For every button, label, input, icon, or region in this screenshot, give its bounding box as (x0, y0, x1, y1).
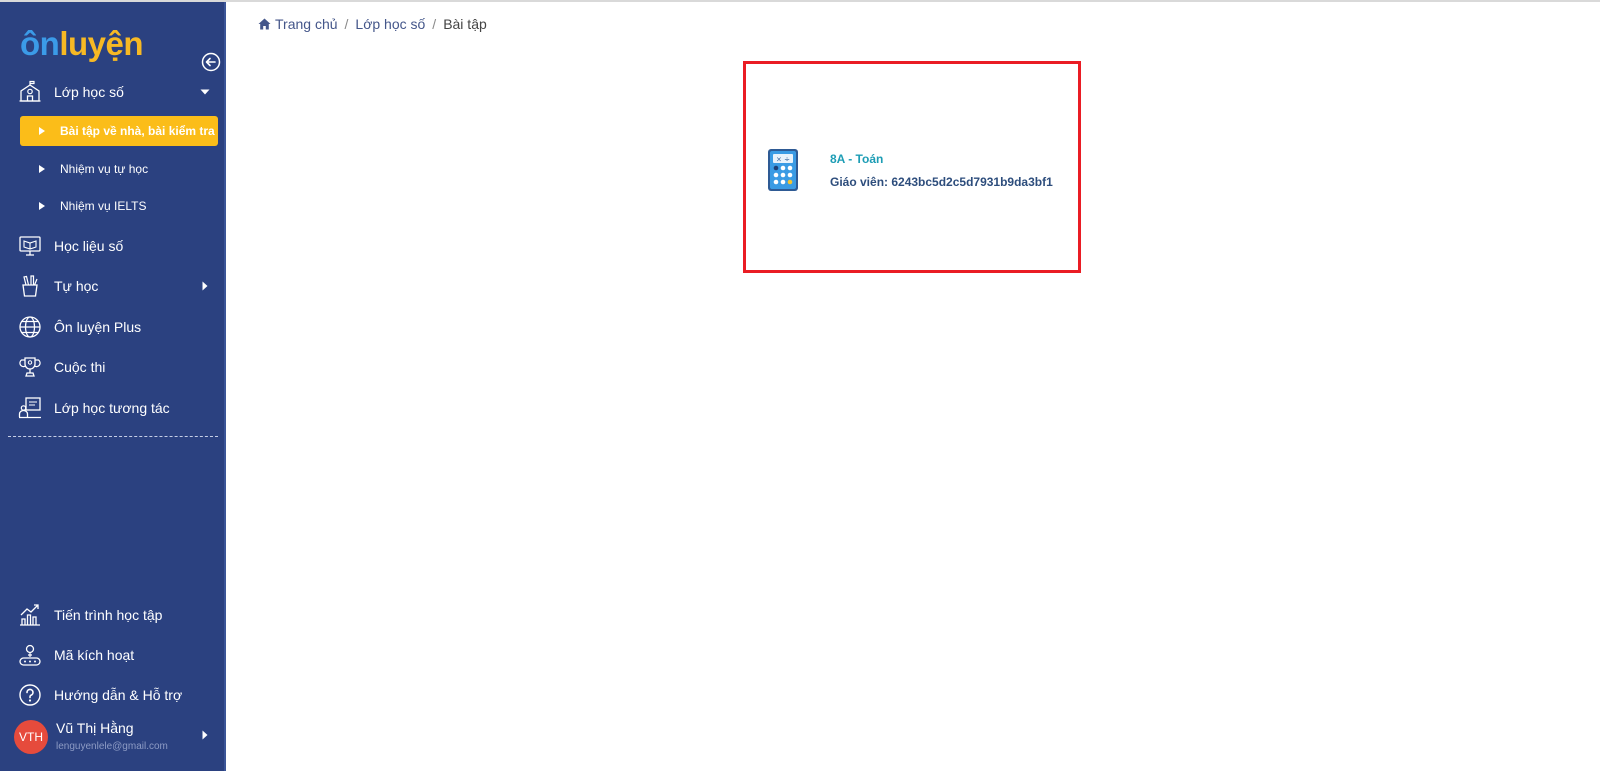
submenu-label: Nhiệm vụ tự học (60, 162, 149, 176)
menu-label: Ôn luyện Plus (54, 319, 142, 335)
class-title: 8A - Toán (830, 152, 884, 166)
caret-right-icon (39, 165, 45, 173)
menu-label: Mã kích hoạt (54, 647, 135, 663)
interactive-class-icon (18, 397, 41, 419)
logo-part-luyen: luyện (59, 25, 144, 62)
menu-label: Tiến trình học tập (54, 607, 163, 623)
menu-item-hoc-lieu-so[interactable]: Học liệu số (0, 228, 224, 264)
caret-right-icon (39, 202, 45, 210)
menu-label: Cuộc thi (54, 359, 106, 375)
class-card[interactable]: × ÷ 8A - Toán Giáo viên: 6243bc5d2c5d793… (743, 61, 1081, 273)
chevron-down-icon (200, 89, 210, 95)
submenu-item-nhiem-vu-tu-hoc[interactable]: Nhiệm vụ tự học (20, 154, 218, 184)
submenu-label: Nhiệm vụ IELTS (60, 199, 147, 213)
collapse-sidebar-icon[interactable] (201, 52, 221, 72)
trophy-icon (19, 357, 41, 377)
menu-label: Lớp học tương tác (54, 400, 170, 416)
menu-item-tu-hoc[interactable]: Tự học (0, 268, 224, 304)
chevron-right-icon (202, 281, 208, 291)
user-profile[interactable]: VTH Vũ Thị Hằng lenguyenlele@gmail.com (0, 714, 224, 764)
menu-item-huong-dan-ho-tro[interactable]: Hướng dẫn & Hỗ trợ (0, 677, 224, 713)
breadcrumb-current: Bài tập (443, 16, 487, 32)
monitor-book-icon (19, 236, 41, 256)
pencil-cup-icon (22, 275, 38, 297)
submenu-item-bai-tap[interactable]: Bài tập về nhà, bài kiểm tra (20, 116, 218, 146)
menu-label: Tự học (54, 278, 99, 294)
menu-item-lop-hoc-so[interactable]: Lớp học số (0, 74, 224, 110)
submenu-label: Bài tập về nhà, bài kiểm tra (60, 124, 215, 138)
class-teacher: Giáo viên: 6243bc5d2c5d7931b9da3bf1 (830, 175, 1053, 189)
sidebar-edge (224, 2, 226, 771)
menu-label: Lớp học số (54, 84, 124, 100)
menu-item-on-luyen-plus[interactable]: Ôn luyện Plus (0, 309, 224, 345)
user-email: lenguyenlele@gmail.com (56, 741, 168, 752)
top-border (0, 0, 1600, 2)
menu-label: Học liệu số (54, 238, 124, 254)
help-icon (19, 684, 41, 706)
menu-item-ma-kich-hoat[interactable]: Mã kích hoạt (0, 637, 224, 673)
menu-item-lop-hoc-tuong-tac[interactable]: Lớp học tương tác (0, 390, 224, 426)
breadcrumb-separator: / (432, 16, 437, 32)
activation-code-icon (19, 644, 41, 666)
logo-part-on: ôn (20, 25, 60, 62)
svg-text:× ÷: × ÷ (776, 156, 790, 164)
calculator-icon: × ÷ (768, 149, 798, 191)
caret-right-icon (39, 127, 45, 135)
breadcrumb-home[interactable]: Trang chủ (275, 16, 338, 32)
avatar: VTH (14, 720, 48, 754)
onluyen-logo[interactable]: ônluyện (20, 24, 144, 64)
menu-item-cuoc-thi[interactable]: Cuộc thi (0, 349, 224, 385)
globe-icon (19, 316, 41, 338)
chevron-right-icon (202, 730, 208, 740)
sidebar-divider (8, 436, 218, 437)
sidebar: ônluyện Lớp học số Bài tập về nhà, bài k… (0, 2, 224, 771)
breadcrumb-separator: / (344, 16, 349, 32)
submenu-item-nhiem-vu-ielts[interactable]: Nhiệm vụ IELTS (20, 191, 218, 221)
progress-chart-icon (20, 604, 40, 626)
menu-label: Hướng dẫn & Hỗ trợ (54, 687, 183, 703)
school-icon (19, 80, 41, 102)
breadcrumb-lop-hoc-so[interactable]: Lớp học số (355, 16, 425, 32)
home-icon (258, 18, 271, 30)
menu-item-tien-trinh-hoc-tap[interactable]: Tiến trình học tập (0, 597, 224, 633)
user-name: Vũ Thị Hằng (56, 720, 134, 736)
breadcrumb: Trang chủ / Lớp học số / Bài tập (258, 16, 487, 32)
